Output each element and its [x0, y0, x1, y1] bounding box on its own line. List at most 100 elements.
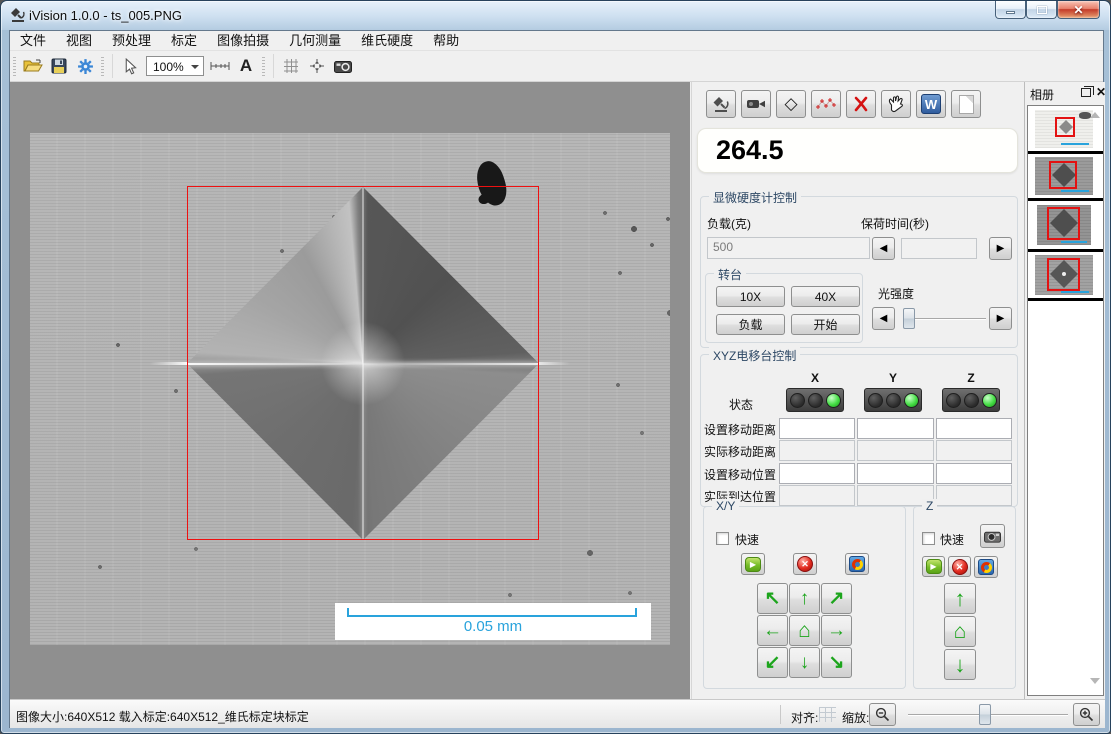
jog-down-button[interactable]: ↓: [789, 647, 820, 678]
set-move-position-z-input[interactable]: [936, 463, 1012, 484]
actual-move-distance-x-field: [779, 440, 855, 461]
float-window-icon[interactable]: [1081, 88, 1091, 97]
text-tool-button[interactable]: A: [233, 54, 259, 78]
album-thumbnail-2[interactable]: [1035, 157, 1093, 195]
album-title: 相册: [1030, 86, 1054, 103]
z-up-button[interactable]: ↑: [944, 583, 976, 614]
light-increase-button[interactable]: ▶: [989, 307, 1012, 330]
objective-40x-button[interactable]: 40X: [791, 286, 860, 307]
align-grid-icon[interactable]: [819, 707, 836, 722]
jog-down-left-button[interactable]: ↙: [757, 647, 788, 678]
axis-y-header: Y: [864, 371, 922, 385]
jog-up-right-button[interactable]: ↗: [821, 583, 852, 614]
jog-left-button[interactable]: ←: [757, 615, 788, 646]
down-arrow-icon: ↓: [800, 652, 810, 674]
set-move-distance-z-input[interactable]: [936, 418, 1012, 439]
zoom-level-combobox[interactable]: 100%: [146, 56, 204, 76]
zoom-out-button[interactable]: [869, 703, 896, 726]
scroll-down-icon[interactable]: [1090, 678, 1100, 684]
stage-group-title: XYZ电移台控制: [709, 347, 800, 364]
jog-down-right-button[interactable]: ↘: [821, 647, 852, 678]
thumbnail-separator: [1028, 298, 1103, 301]
camera-capture-button[interactable]: [330, 54, 356, 78]
dwell-decrease-button[interactable]: ◀: [872, 237, 895, 260]
menu-vickers[interactable]: 维氏硬度: [351, 31, 423, 51]
xy-jog-group: X/Y 快速 ▶ ✕ ↖ ↑ ↗ ← ⌂ → ↙ ↓ ↘: [703, 506, 906, 689]
objective-10x-button[interactable]: 10X: [716, 286, 785, 307]
client-area: 文件 视图 预处理 标定 图像拍摄 几何测量 维氏硬度 帮助: [9, 30, 1104, 728]
scroll-up-icon[interactable]: [1090, 112, 1100, 118]
multi-point-measure-button[interactable]: [811, 90, 841, 118]
thumbnail-overlay-box: [1047, 207, 1080, 240]
album-thumbnail-4[interactable]: [1035, 255, 1093, 295]
maximize-button[interactable]: [1026, 1, 1057, 19]
settings-gear-button[interactable]: [72, 54, 98, 78]
album-thumbnail-3[interactable]: [1037, 205, 1091, 245]
microscope-tool-button[interactable]: [706, 90, 736, 118]
z-run-button[interactable]: ▶: [922, 556, 945, 577]
jog-up-left-button[interactable]: ↖: [757, 583, 788, 614]
album-close-icon[interactable]: ✕: [1096, 85, 1106, 99]
menu-calibration[interactable]: 标定: [161, 31, 207, 51]
down-arrow-icon: ↓: [955, 652, 966, 678]
status-info-text: 图像大小:640X512 载入标定:640X512_维氏标定块标定: [16, 708, 309, 725]
zoom-slider-handle[interactable]: [979, 704, 991, 725]
jog-up-button[interactable]: ↑: [789, 583, 820, 614]
turret-group: 转台 10X 40X 负载 开始: [705, 273, 863, 343]
xy-fast-label: 快速: [735, 531, 759, 548]
xy-fast-checkbox[interactable]: [716, 532, 729, 545]
set-move-distance-x-input[interactable]: [779, 418, 855, 439]
dwell-input[interactable]: [901, 238, 977, 259]
z-autofocus-camera-button[interactable]: [980, 524, 1005, 548]
turret-load-button[interactable]: 负载: [716, 314, 785, 335]
diamond-measure-button[interactable]: ◇: [776, 90, 806, 118]
up-arrow-icon: ↑: [800, 588, 810, 610]
measure-tool-button[interactable]: [207, 54, 233, 78]
status-separator: [780, 705, 781, 724]
close-button[interactable]: ✕: [1057, 1, 1100, 19]
menu-preprocess[interactable]: 预处理: [102, 31, 161, 51]
toolbar-grip: [262, 56, 265, 76]
z-fast-checkbox[interactable]: [922, 532, 935, 545]
z-down-button[interactable]: ↓: [944, 649, 976, 680]
set-move-distance-y-input[interactable]: [857, 418, 934, 439]
album-thumbnail-1[interactable]: [1035, 110, 1093, 148]
turret-start-button[interactable]: 开始: [791, 314, 860, 335]
menu-help[interactable]: 帮助: [423, 31, 469, 51]
load-input[interactable]: 500: [707, 237, 870, 259]
open-file-button[interactable]: [20, 54, 46, 78]
dwell-increase-button[interactable]: ▶: [989, 237, 1012, 260]
select-cursor-button[interactable]: [117, 54, 143, 78]
grid-overlay-button[interactable]: [278, 54, 304, 78]
xy-reset-button[interactable]: [845, 553, 869, 575]
jog-home-button[interactable]: ⌂: [789, 615, 820, 646]
xy-stop-button[interactable]: ✕: [793, 553, 817, 575]
hand-tool-button[interactable]: [881, 90, 911, 118]
minimize-button[interactable]: [995, 1, 1026, 19]
light-decrease-button[interactable]: ◀: [872, 307, 895, 330]
z-home-button[interactable]: ⌂: [944, 616, 976, 647]
light-slider-handle[interactable]: [903, 308, 915, 329]
up-right-arrow-icon: ↗: [829, 587, 845, 610]
new-page-button[interactable]: [951, 90, 981, 118]
crosshair-center-button[interactable]: [304, 54, 330, 78]
menu-geometry[interactable]: 几何测量: [279, 31, 351, 51]
zoom-in-button[interactable]: [1073, 703, 1100, 726]
delete-measure-button[interactable]: [846, 90, 876, 118]
xy-run-button[interactable]: ▶: [741, 553, 765, 575]
menu-view[interactable]: 视图: [56, 31, 102, 51]
save-button[interactable]: [46, 54, 72, 78]
menu-capture[interactable]: 图像拍摄: [207, 31, 279, 51]
word-report-button[interactable]: W: [916, 90, 946, 118]
light-slider-track[interactable]: [906, 318, 986, 320]
menu-file[interactable]: 文件: [10, 31, 56, 51]
album-content: [1027, 105, 1104, 696]
z-stop-button[interactable]: ✕: [948, 556, 971, 577]
set-move-position-x-input[interactable]: [779, 463, 855, 484]
micrograph-view[interactable]: 0.05 mm: [30, 133, 670, 645]
set-move-position-y-input[interactable]: [857, 463, 934, 484]
up-left-arrow-icon: ↖: [765, 587, 781, 610]
jog-right-button[interactable]: →: [821, 615, 852, 646]
video-camera-button[interactable]: [741, 90, 771, 118]
z-reset-button[interactable]: [974, 556, 998, 578]
